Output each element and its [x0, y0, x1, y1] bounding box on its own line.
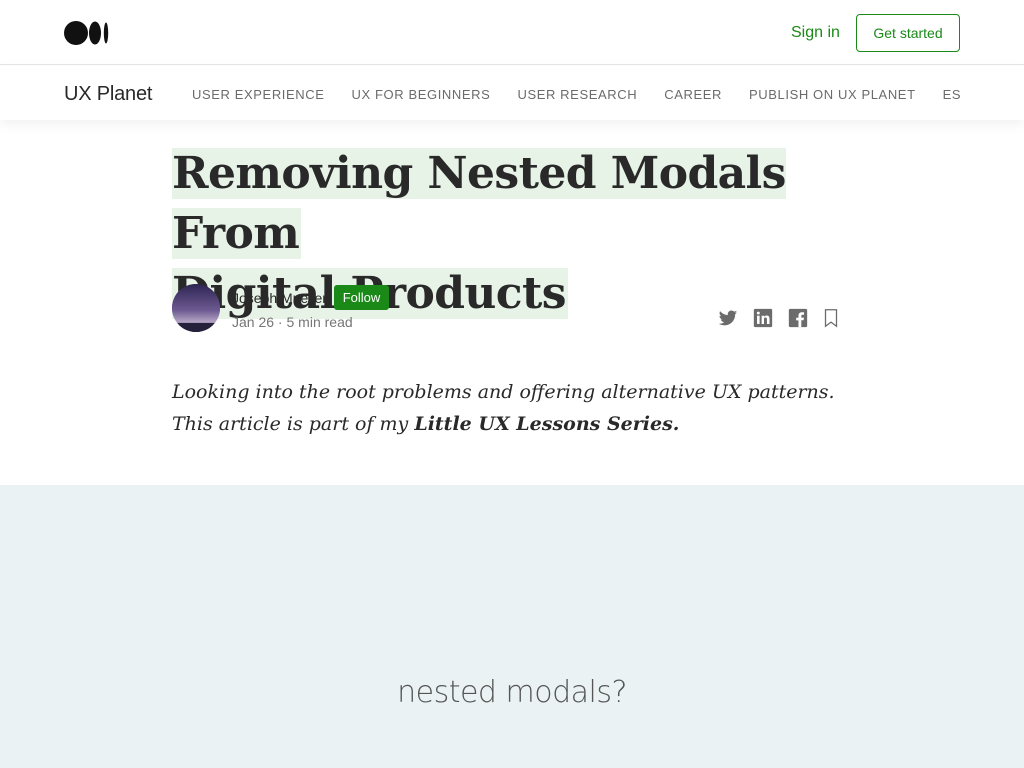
subtitle-line-1: Looking into the root problems and offer…	[172, 381, 835, 403]
hero-image-text: nested modals?	[397, 675, 627, 710]
author-name[interactable]: Joseph Mueller	[232, 290, 327, 306]
publish-date: Jan 26	[232, 314, 275, 330]
subtitle-line-2-text: This article is part of my	[172, 413, 415, 435]
publication-name[interactable]: UX Planet	[64, 83, 152, 106]
nav-item-career[interactable]: CAREER	[664, 87, 722, 103]
author-avatar[interactable]	[172, 284, 220, 332]
top-bar: Sign in Get started	[0, 0, 1024, 65]
read-time: 5 min read	[286, 314, 353, 330]
subtitle-line-2: This article is part of my Little UX Les…	[172, 408, 852, 440]
nav-item-user-experience[interactable]: USER EXPERIENCE	[192, 87, 325, 103]
medium-logo-icon[interactable]	[64, 20, 110, 46]
article-subtitle: Looking into the root problems and offer…	[172, 376, 852, 440]
bookmark-icon[interactable]	[820, 307, 842, 329]
article-title-line-1: Removing Nested Modals From	[172, 148, 786, 259]
facebook-icon[interactable]	[787, 307, 809, 329]
follow-button[interactable]: Follow	[334, 285, 389, 310]
nav-item-ux-for-beginners[interactable]: UX FOR BEGINNERS	[352, 87, 491, 103]
publication-nav-links: USER EXPERIENCE UX FOR BEGINNERS USER RESE…	[192, 86, 960, 106]
publication-nav: UX Planet USER EXPERIENCE UX FOR BEGINNER…	[0, 66, 1024, 120]
article-meta: Jan 26 · 5 min read	[232, 314, 353, 330]
meta-separator: ·	[274, 314, 287, 330]
sign-in-link[interactable]: Sign in	[791, 22, 840, 44]
twitter-icon[interactable]	[717, 307, 739, 329]
hero-image: nested modals?	[0, 485, 1024, 768]
series-link[interactable]: Little UX Lessons Series.	[414, 413, 679, 435]
get-started-button[interactable]: Get started	[856, 14, 960, 52]
nav-item-publish-on-ux-planet[interactable]: PUBLISH ON UX PLANET	[749, 87, 916, 103]
nav-item-user-research[interactable]: USER RESEARCH	[517, 87, 637, 103]
linkedin-icon[interactable]	[752, 307, 774, 329]
nav-item-es[interactable]: ES	[943, 87, 960, 103]
avatar-image	[172, 284, 220, 332]
